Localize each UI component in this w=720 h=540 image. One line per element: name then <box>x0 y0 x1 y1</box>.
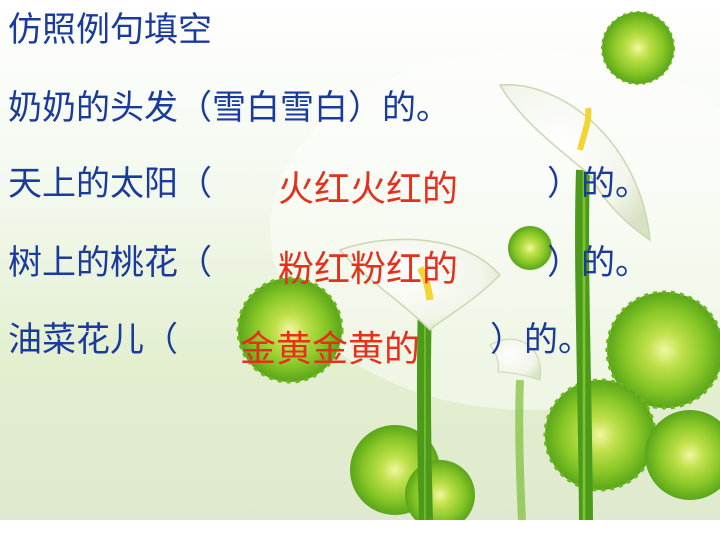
page-title: 仿照例句填空 <box>8 10 212 50</box>
chrysanthemum-icon <box>508 226 552 270</box>
item-1-prefix: 天上的太阳（ <box>8 164 212 204</box>
item-3-prefix: 油菜花儿（ <box>8 320 178 360</box>
item-1-suffix: ）的。 <box>547 164 649 204</box>
example-sentence: 奶奶的头发（雪白雪白）的。 <box>8 88 450 128</box>
item-3-suffix: ）的。 <box>490 320 592 360</box>
item-1-answer: 火红火红的 <box>278 169 459 210</box>
item-2-suffix: ）的。 <box>547 243 649 283</box>
chrysanthemum-icon <box>601 11 675 85</box>
item-2-answer: 粉红粉红的 <box>278 249 459 290</box>
item-2-prefix: 树上的桃花（ <box>8 243 212 283</box>
chrysanthemum-icon <box>645 410 720 500</box>
bottom-margin <box>0 520 720 540</box>
chrysanthemum-icon <box>543 378 657 492</box>
slide: 仿照例句填空 奶奶的头发（雪白雪白）的。 天上的太阳（ 火红火红的 ）的。 树上… <box>0 0 720 520</box>
item-3-answer: 金黄金黄的 <box>240 329 421 370</box>
